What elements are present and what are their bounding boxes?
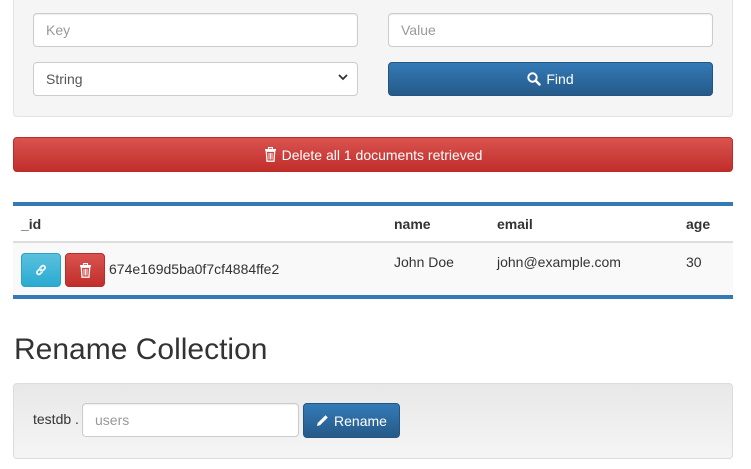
column-header-age: age [686,216,711,232]
type-select-value: String [46,71,83,87]
document-id-link[interactable]: 674e169d5ba0f7cf4884ffe2 [109,261,279,277]
chevron-down-icon [337,63,349,95]
row-delete-button[interactable] [65,253,105,287]
rename-button[interactable]: Rename [303,403,400,438]
row-link-button[interactable] [21,253,61,287]
delete-all-button[interactable]: Delete all 1 documents retrieved [13,137,733,172]
cell-email: john@example.com [497,254,621,270]
delete-all-label: Delete all 1 documents retrieved [281,146,483,163]
find-button-label: Find [546,71,574,87]
cell-age: 30 [686,254,702,270]
table-top-border [13,202,733,206]
search-icon [527,72,542,86]
column-header-name: name [394,216,431,232]
trash-icon [264,147,277,162]
find-button[interactable]: Find [388,62,713,96]
db-prefix-label: testdb . [33,411,79,427]
rename-button-label: Rename [334,412,387,429]
type-select[interactable]: String [33,62,358,96]
pencil-icon [316,414,329,427]
rename-heading: Rename Collection [14,333,268,366]
value-input[interactable] [388,13,713,47]
table-bottom-border [13,295,733,299]
column-header-id: _id [21,216,42,232]
collection-name-input[interactable] [82,403,299,437]
cell-name: John Doe [394,254,454,270]
key-input[interactable] [33,13,358,47]
column-header-email: email [497,216,533,232]
link-icon [34,263,48,277]
trash-icon [79,262,92,278]
